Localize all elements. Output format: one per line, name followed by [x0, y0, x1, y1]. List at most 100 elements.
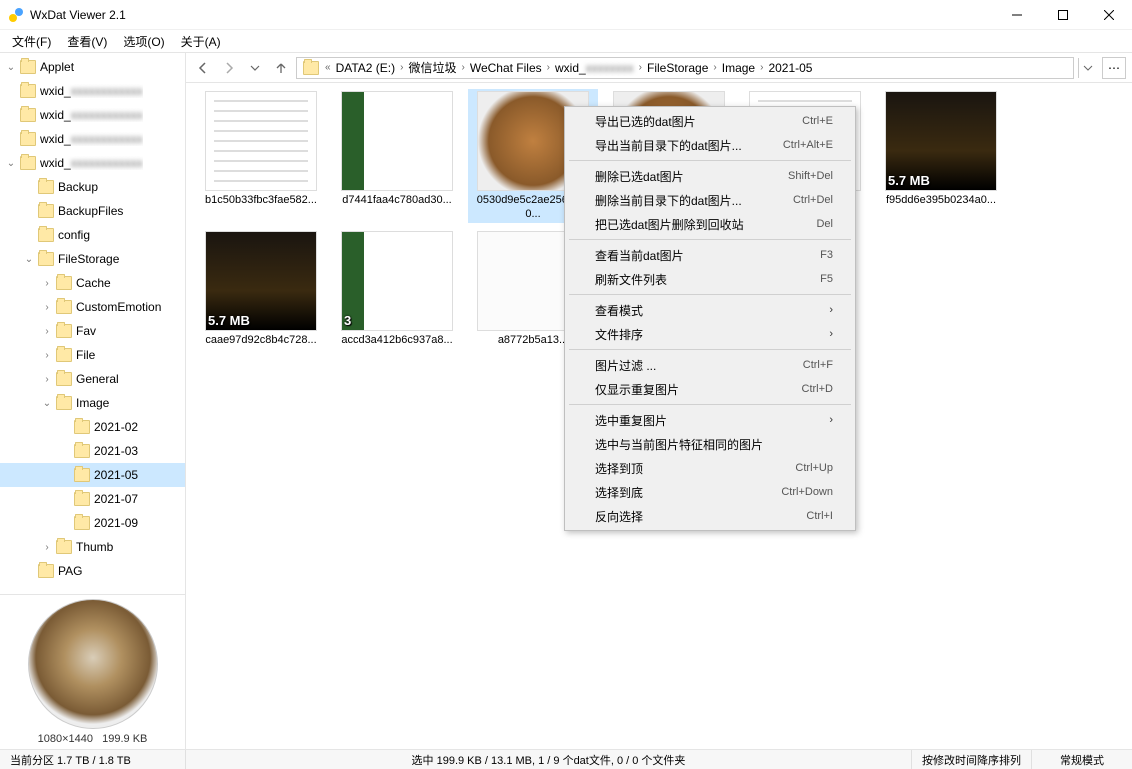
nav-forward-button[interactable]: [218, 57, 240, 79]
ctx-shortcut: Ctrl+I: [806, 510, 833, 522]
size-badge: 5.7 MB: [208, 313, 250, 328]
tree-node-Thumb[interactable]: ›Thumb: [0, 535, 185, 559]
thumbnail-label: accd3a412b6c937a8...: [337, 333, 457, 347]
tree-label: config: [58, 228, 90, 242]
ctx-item-3[interactable]: 删除已选dat图片Shift+Del: [567, 164, 853, 188]
thumbnail-item[interactable]: 5.7 MBcaae97d92c8b4c728...: [196, 229, 326, 349]
tree-node-wxid_[interactable]: wxid_xxxxxxxxxxxx: [0, 79, 185, 103]
folder-icon: [38, 228, 54, 242]
tree-node-Image[interactable]: ⌄ Image: [0, 391, 185, 415]
chevron-right-icon[interactable]: ›: [40, 542, 54, 553]
chevron-down-icon[interactable]: ⌄: [4, 158, 18, 169]
ctx-label: 导出当前目录下的dat图片...: [595, 137, 742, 154]
tree-node-wxid_[interactable]: wxid_xxxxxxxxxxxx: [0, 127, 185, 151]
tree-label: wxid_xxxxxxxxxxxx: [40, 108, 143, 122]
ctx-item-18[interactable]: 选择到顶Ctrl+Up: [567, 456, 853, 480]
menu-separator: [569, 404, 851, 405]
ctx-item-7[interactable]: 查看当前dat图片F3: [567, 243, 853, 267]
tree-node-File[interactable]: ›File: [0, 343, 185, 367]
menu-3[interactable]: 关于(A): [173, 31, 229, 52]
tree-node-CustomEmotion[interactable]: ›CustomEmotion: [0, 295, 185, 319]
address-dropdown-button[interactable]: [1078, 58, 1096, 78]
chevron-down-icon[interactable]: ⌄: [22, 254, 36, 265]
nav-up-button[interactable]: [270, 57, 292, 79]
tree-node-2021-02[interactable]: 2021-02: [0, 415, 185, 439]
tree-node-2021-07[interactable]: 2021-07: [0, 487, 185, 511]
tree-node-BackupFiles[interactable]: BackupFiles: [0, 199, 185, 223]
tree-label: 2021-09: [94, 516, 138, 530]
chevron-down-icon[interactable]: ⌄: [4, 62, 18, 73]
sidebar: ⌄Appletwxid_xxxxxxxxxxxxwxid_xxxxxxxxxxx…: [0, 53, 186, 749]
chevron-right-icon[interactable]: ›: [40, 350, 54, 361]
chevron-right-icon[interactable]: ›: [40, 326, 54, 337]
folder-icon: [74, 468, 90, 482]
thumbnail-item[interactable]: 5.7 MBf95dd6e395b0234a0...: [876, 89, 1006, 223]
breadcrumb-6[interactable]: 2021-05: [765, 61, 815, 75]
thumbnail-item[interactable]: d7441faa4c780ad30...: [332, 89, 462, 223]
folder-icon: [38, 252, 54, 266]
ctx-item-5[interactable]: 把已选dat图片删除到回收站Del: [567, 212, 853, 236]
menu-separator: [569, 160, 851, 161]
tree-node-Fav[interactable]: ›Fav: [0, 319, 185, 343]
chevron-right-icon[interactable]: ›: [40, 278, 54, 289]
address-bar[interactable]: « DATA2 (E:)›微信垃圾›WeChat Files›wxid_xxxx…: [296, 57, 1074, 79]
minimize-button[interactable]: [994, 0, 1040, 30]
close-button[interactable]: [1086, 0, 1132, 30]
ctx-item-1[interactable]: 导出当前目录下的dat图片...Ctrl+Alt+E: [567, 133, 853, 157]
folder-icon: [56, 372, 72, 386]
ctx-shortcut: F5: [820, 273, 833, 285]
ctx-item-0[interactable]: 导出已选的dat图片Ctrl+E: [567, 109, 853, 133]
ctx-item-13[interactable]: 图片过滤 ...Ctrl+F: [567, 353, 853, 377]
tree-node-PAG[interactable]: PAG: [0, 559, 185, 583]
tree-node-config[interactable]: config: [0, 223, 185, 247]
ctx-label: 删除当前目录下的dat图片...: [595, 192, 742, 209]
folder-icon: [74, 492, 90, 506]
thumbnail-image: [341, 91, 453, 191]
breadcrumb-1[interactable]: 微信垃圾: [405, 59, 459, 76]
breadcrumb-0[interactable]: DATA2 (E:): [333, 61, 399, 75]
ctx-item-11[interactable]: 文件排序›: [567, 322, 853, 346]
thumbnail-item[interactable]: 3accd3a412b6c937a8...: [332, 229, 462, 349]
tree-label: FileStorage: [58, 252, 119, 266]
chevron-down-icon[interactable]: ⌄: [40, 398, 54, 409]
ctx-item-16[interactable]: 选中重复图片›: [567, 408, 853, 432]
ctx-item-19[interactable]: 选择到底Ctrl+Down: [567, 480, 853, 504]
nav-back-button[interactable]: [192, 57, 214, 79]
tree-node-wxid_[interactable]: wxid_xxxxxxxxxxxx: [0, 103, 185, 127]
ctx-item-17[interactable]: 选中与当前图片特征相同的图片: [567, 432, 853, 456]
menu-0[interactable]: 文件(F): [4, 31, 59, 52]
breadcrumb-4[interactable]: FileStorage: [644, 61, 711, 75]
context-menu[interactable]: 导出已选的dat图片Ctrl+E导出当前目录下的dat图片...Ctrl+Alt…: [564, 106, 856, 531]
tree-node-wxid_[interactable]: ⌄wxid_xxxxxxxxxxxx: [0, 151, 185, 175]
tree-label: Image: [76, 396, 109, 410]
maximize-button[interactable]: [1040, 0, 1086, 30]
chevron-right-icon[interactable]: ›: [40, 374, 54, 385]
tree-node-Backup[interactable]: Backup: [0, 175, 185, 199]
tree-node-2021-05[interactable]: 2021-05: [0, 463, 185, 487]
ctx-item-4[interactable]: 删除当前目录下的dat图片...Ctrl+Del: [567, 188, 853, 212]
folder-icon: [56, 540, 72, 554]
tree-node-2021-03[interactable]: 2021-03: [0, 439, 185, 463]
thumbnail-item[interactable]: b1c50b33fbc3fae582...: [196, 89, 326, 223]
breadcrumb-2[interactable]: WeChat Files: [467, 61, 545, 75]
tree-node-2021-09[interactable]: 2021-09: [0, 511, 185, 535]
menu-1[interactable]: 查看(V): [59, 31, 115, 52]
tree-node-FileStorage[interactable]: ⌄ FileStorage: [0, 247, 185, 271]
ctx-item-14[interactable]: 仅显示重复图片Ctrl+D: [567, 377, 853, 401]
breadcrumb-5[interactable]: Image: [719, 61, 758, 75]
tree-node-Applet[interactable]: ⌄Applet: [0, 55, 185, 79]
ctx-item-10[interactable]: 查看模式›: [567, 298, 853, 322]
more-button[interactable]: ⋯: [1102, 57, 1126, 79]
window-title: WxDat Viewer 2.1: [30, 8, 994, 22]
ctx-item-20[interactable]: 反向选择Ctrl+I: [567, 504, 853, 528]
nav-dropdown-button[interactable]: [244, 57, 266, 79]
ctx-item-8[interactable]: 刷新文件列表F5: [567, 267, 853, 291]
tree-node-General[interactable]: ›General: [0, 367, 185, 391]
folder-icon: [38, 180, 54, 194]
tree-node-Cache[interactable]: ›Cache: [0, 271, 185, 295]
chevron-right-icon[interactable]: ›: [40, 302, 54, 313]
folder-tree[interactable]: ⌄Appletwxid_xxxxxxxxxxxxwxid_xxxxxxxxxxx…: [0, 53, 185, 594]
menu-2[interactable]: 选项(O): [115, 31, 172, 52]
breadcrumb-3[interactable]: wxid_xxxxxxxx: [552, 61, 637, 75]
chevron-left-icon: «: [323, 62, 333, 73]
